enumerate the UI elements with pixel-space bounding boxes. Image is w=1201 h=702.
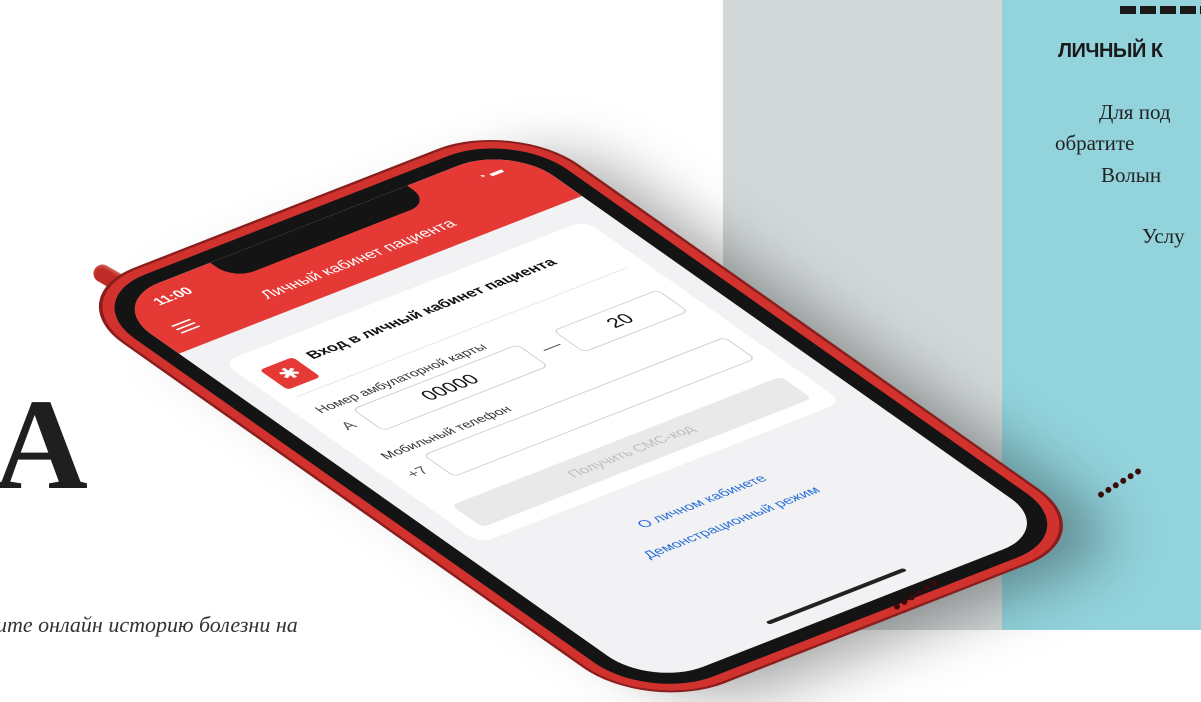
status-time: 11:00 [149, 284, 198, 308]
clinic-logo-icon: ✱ [259, 357, 321, 390]
card-suffix-input[interactable]: 20 [552, 289, 689, 353]
phone-prefix: +7 [402, 464, 434, 481]
phone-mockup: 11:00 ◔ ▬ Личный кабинет пациента ✱ Вход… [0, 0, 1201, 702]
dash-separator: — [534, 337, 568, 356]
wifi-battery-icon: ◔ ▬ [472, 164, 507, 183]
card-prefix: А [337, 419, 361, 433]
